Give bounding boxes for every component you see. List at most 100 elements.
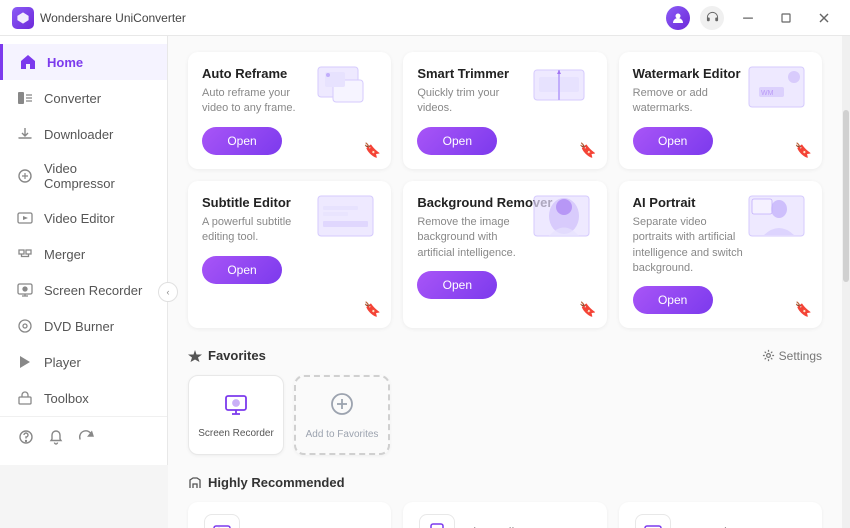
dvd-burner-icon bbox=[16, 317, 34, 335]
card-thumb-ai-portrait bbox=[744, 191, 814, 251]
sidebar-nav: Home Converter Downloader bbox=[0, 36, 168, 465]
sidebar-item-merger[interactable]: Merger bbox=[0, 236, 167, 272]
open-button-watermark-editor[interactable]: Open bbox=[633, 127, 713, 155]
scrollbar-track[interactable] bbox=[842, 36, 850, 528]
sidebar: Home Converter Downloader bbox=[0, 36, 168, 528]
open-button-background-remover[interactable]: Open bbox=[417, 271, 497, 299]
sidebar-item-video-editor[interactable]: Video Editor bbox=[0, 200, 167, 236]
image-converter-icon-box bbox=[204, 514, 240, 528]
open-button-auto-reframe[interactable]: Open bbox=[202, 127, 282, 155]
window-controls bbox=[666, 6, 838, 30]
card-ai-portrait: AI Portrait Separate video portraits wit… bbox=[619, 181, 822, 329]
svg-text:WM: WM bbox=[761, 90, 774, 97]
refresh-icon[interactable] bbox=[76, 427, 96, 447]
sidebar-item-toolbox[interactable]: Toolbox bbox=[0, 380, 167, 416]
sidebar-item-screen-recorder[interactable]: Screen Recorder bbox=[0, 272, 167, 308]
open-button-subtitle-editor[interactable]: Open bbox=[202, 256, 282, 284]
sidebar-label-converter: Converter bbox=[44, 91, 101, 106]
open-button-ai-portrait[interactable]: Open bbox=[633, 286, 713, 314]
fav-item-screen-recorder[interactable]: Screen Recorder bbox=[188, 375, 284, 455]
user-avatar-button[interactable] bbox=[666, 6, 690, 30]
app-logo: Wondershare UniConverter bbox=[12, 7, 666, 29]
video-editor-icon bbox=[16, 209, 34, 227]
card-watermark-editor: Watermark Editor Remove or add watermark… bbox=[619, 52, 822, 169]
minimize-button[interactable] bbox=[734, 8, 762, 28]
card-subtitle-editor: Subtitle Editor A powerful subtitle edit… bbox=[188, 181, 391, 329]
sidebar-item-player[interactable]: Player bbox=[0, 344, 167, 380]
sidebar-label-merger: Merger bbox=[44, 247, 85, 262]
sidebar-item-downloader[interactable]: Downloader bbox=[0, 116, 167, 152]
card-smart-trimmer: Smart Trimmer Quickly trim your videos. … bbox=[403, 52, 606, 169]
sidebar-collapse-button[interactable]: ‹ bbox=[158, 282, 178, 302]
merger-icon bbox=[16, 245, 34, 263]
sidebar-item-converter[interactable]: Converter bbox=[0, 80, 167, 116]
maximize-button[interactable] bbox=[772, 8, 800, 28]
sidebar-label-toolbox: Toolbox bbox=[44, 391, 89, 406]
card-desc-smart-trimmer: Quickly trim your videos. bbox=[417, 86, 531, 117]
close-button[interactable] bbox=[810, 8, 838, 28]
favorites-section-header: Favorites Settings bbox=[188, 348, 822, 363]
card-auto-reframe: Auto Reframe Auto reframe your video to … bbox=[188, 52, 391, 169]
app-body: Home Converter Downloader bbox=[0, 36, 850, 528]
logo-icon bbox=[12, 7, 34, 29]
card-desc-ai-portrait: Separate video portraits with artificial… bbox=[633, 215, 747, 277]
open-button-smart-trimmer[interactable]: Open bbox=[417, 127, 497, 155]
toolbox-icon bbox=[16, 389, 34, 407]
sidebar-item-dvd-burner[interactable]: DVD Burner bbox=[0, 308, 167, 344]
rec-item-fix-media-metadata[interactable]: Fix Media MetaData bbox=[403, 502, 606, 528]
help-icon[interactable] bbox=[16, 427, 36, 447]
feature-cards-grid: Auto Reframe Auto reframe your video to … bbox=[188, 52, 822, 328]
converter-icon bbox=[16, 89, 34, 107]
rec-item-image-converter[interactable]: Image Converter bbox=[188, 502, 391, 528]
sidebar-label-dvd-burner: DVD Burner bbox=[44, 319, 114, 334]
card-desc-watermark-editor: Remove or add watermarks. bbox=[633, 86, 747, 117]
bookmark-icon-smart-trimmer: 🔖 bbox=[579, 142, 596, 159]
screen-recorder-icon bbox=[16, 281, 34, 299]
video-compressor-icon bbox=[16, 167, 34, 185]
recommended-section-header: Highly Recommended bbox=[188, 475, 822, 490]
app-title: Wondershare UniConverter bbox=[40, 11, 186, 25]
main-content: Auto Reframe Auto reframe your video to … bbox=[168, 36, 842, 528]
fix-media-metadata-icon-box bbox=[419, 514, 455, 528]
card-desc-background-remover: Remove the image background with artific… bbox=[417, 215, 531, 261]
scrollbar-thumb[interactable] bbox=[843, 110, 849, 282]
favorites-settings-button[interactable]: Settings bbox=[762, 349, 822, 363]
card-desc-auto-reframe: Auto reframe your video to any frame. bbox=[202, 86, 316, 117]
fav-label-add-favorites: Add to Favorites bbox=[306, 429, 379, 440]
bookmark-icon-watermark-editor: 🔖 bbox=[795, 142, 812, 159]
sidebar-bottom bbox=[0, 416, 167, 457]
card-background-remover: Background Remover Remove the image back… bbox=[403, 181, 606, 329]
recommended-title: Highly Recommended bbox=[188, 475, 345, 490]
sidebar-label-video-compressor: Video Compressor bbox=[44, 161, 151, 191]
home-icon bbox=[19, 53, 37, 71]
card-thumb-smart-trimmer bbox=[529, 62, 599, 122]
bookmark-icon-subtitle-editor: 🔖 bbox=[364, 301, 381, 318]
sidebar-item-video-compressor[interactable]: Video Compressor bbox=[0, 152, 167, 200]
bookmark-icon-ai-portrait: 🔖 bbox=[795, 301, 812, 318]
sidebar-label-downloader: Downloader bbox=[44, 127, 113, 142]
bookmark-icon-background-remover: 🔖 bbox=[579, 301, 596, 318]
card-thumb-subtitle-editor bbox=[313, 191, 383, 251]
sidebar-label-home: Home bbox=[47, 55, 83, 70]
favorites-row: Screen Recorder Add to Favorites bbox=[188, 375, 822, 455]
sidebar-label-video-editor: Video Editor bbox=[44, 211, 115, 226]
sidebar-label-screen-recorder: Screen Recorder bbox=[44, 283, 142, 298]
add-favorites-icon bbox=[329, 391, 355, 423]
support-button[interactable] bbox=[700, 6, 724, 30]
fav-item-add-favorites[interactable]: Add to Favorites bbox=[294, 375, 390, 455]
card-thumb-auto-reframe bbox=[313, 62, 383, 122]
sidebar-item-home[interactable]: Home bbox=[0, 44, 167, 80]
recommended-row: Image Converter Fix Media MetaData GIF G… bbox=[188, 502, 822, 528]
player-icon bbox=[16, 353, 34, 371]
bookmark-icon-auto-reframe: 🔖 bbox=[364, 142, 381, 159]
fav-label-screen-recorder: Screen Recorder bbox=[198, 428, 274, 439]
card-thumb-watermark-editor: WM bbox=[744, 62, 814, 122]
downloader-icon bbox=[16, 125, 34, 143]
card-desc-subtitle-editor: A powerful subtitle editing tool. bbox=[202, 215, 316, 246]
favorites-title: Favorites bbox=[188, 348, 266, 363]
screen-recorder-fav-icon bbox=[224, 392, 248, 422]
sidebar-label-player: Player bbox=[44, 355, 81, 370]
rec-item-gif-maker[interactable]: GIF GIF Maker bbox=[619, 502, 822, 528]
notification-icon[interactable] bbox=[46, 427, 66, 447]
title-bar: Wondershare UniConverter bbox=[0, 0, 850, 36]
